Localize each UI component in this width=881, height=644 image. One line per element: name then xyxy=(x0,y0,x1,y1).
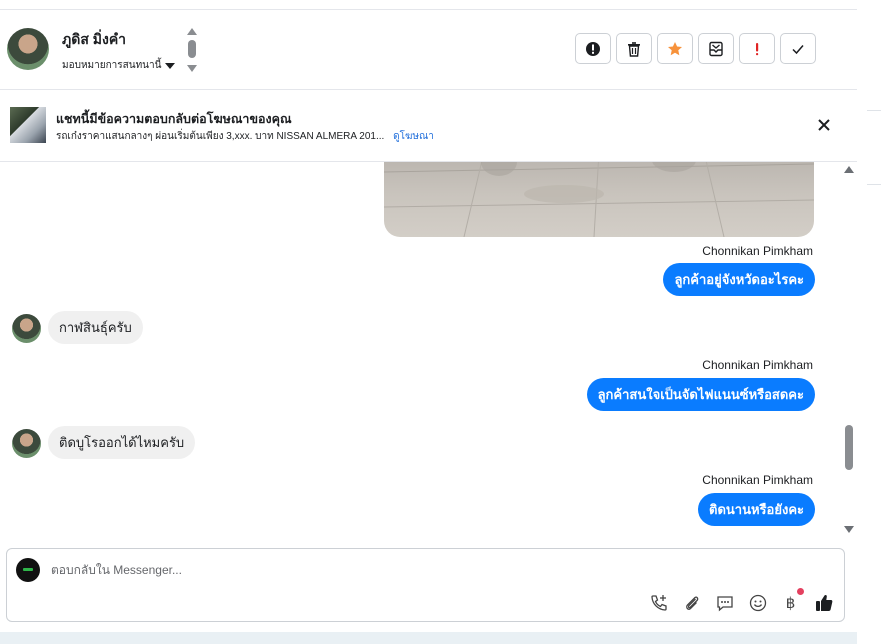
mark-spam-button[interactable] xyxy=(575,33,611,64)
scroll-up-arrow-icon[interactable] xyxy=(187,28,197,35)
star-icon xyxy=(668,41,682,55)
outgoing-message[interactable]: ลูกค้าสนใจเป็นจัดไฟแนนซ์หรือสดคะ xyxy=(586,378,815,411)
check-icon xyxy=(792,44,804,54)
reply-composer: ฿ xyxy=(6,548,845,622)
move-to-done-button[interactable] xyxy=(698,33,734,64)
follow-up-icon xyxy=(756,42,759,55)
incoming-message[interactable]: ติดบูโรออกได้ไหมครับ xyxy=(48,426,196,459)
notification-dot xyxy=(797,588,804,595)
ad-thumbnail[interactable] xyxy=(10,107,46,143)
contact-name[interactable]: ภูดิส มิ่งคำ xyxy=(62,29,126,51)
archive-icon xyxy=(709,41,723,56)
follow-up-button[interactable] xyxy=(739,33,775,64)
ad-reply-banner: แชทนี้มีข้อความตอบกลับต่อโฆษณาของคุณ รถเ… xyxy=(0,90,857,162)
emoji-button[interactable] xyxy=(747,592,768,613)
assign-conversation-dropdown[interactable]: มอบหมายการสนทนานี้ xyxy=(62,58,176,73)
composer-toolbar: ฿ xyxy=(648,588,834,613)
call-add-icon xyxy=(650,594,667,611)
message-list: Chonnikan Pimkham ลูกค้าอยู่จังหวัดอะไรค… xyxy=(0,162,845,539)
emoji-icon xyxy=(749,594,766,611)
star-button[interactable] xyxy=(657,33,693,64)
outgoing-message[interactable]: ติดนานหรือยังคะ xyxy=(698,493,815,526)
payment-button[interactable]: ฿ xyxy=(780,588,804,613)
sender-name: Chonnikan Pimkham xyxy=(702,358,813,372)
header-scrollbar[interactable] xyxy=(187,28,197,72)
view-ad-link[interactable]: ดูโฆษณา xyxy=(393,131,434,142)
conversation-header: ภูดิส มิ่งคำ มอบหมายการสนทนานี้ xyxy=(0,10,857,90)
incoming-message[interactable]: กาฬสินธุ์ครับ xyxy=(48,311,143,344)
payment-baht-icon: ฿ xyxy=(785,593,796,612)
scroll-up-arrow-icon[interactable] xyxy=(844,166,854,173)
like-icon xyxy=(815,594,832,611)
spam-icon xyxy=(586,41,600,56)
photo-floor-tiles xyxy=(384,162,814,237)
mark-done-button[interactable] xyxy=(780,33,816,64)
attach-icon xyxy=(685,595,698,610)
ad-banner-title: แชทนี้มีข้อความตอบกลับต่อโฆษณาของคุณ xyxy=(56,112,292,126)
contact-avatar-small[interactable] xyxy=(12,429,41,458)
contact-avatar-small[interactable] xyxy=(12,314,41,343)
sender-name: Chonnikan Pimkham xyxy=(702,473,813,487)
call-add-button[interactable] xyxy=(648,592,669,613)
page-avatar xyxy=(16,558,40,582)
scroll-thumb[interactable] xyxy=(845,425,853,470)
conversation-actions xyxy=(575,33,816,64)
assign-label: มอบหมายการสนทนานี้ xyxy=(62,60,162,71)
close-icon[interactable] xyxy=(815,116,833,134)
outgoing-message[interactable]: ลูกค้าอยู่จังหวัดอะไรคะ xyxy=(663,263,815,296)
delete-button[interactable] xyxy=(616,33,652,64)
sender-name: Chonnikan Pimkham xyxy=(702,244,813,258)
right-panel-edge xyxy=(857,0,881,644)
trash-icon xyxy=(628,41,640,57)
saved-reply-icon xyxy=(716,595,733,611)
contact-avatar[interactable] xyxy=(7,28,49,70)
message-scrollbar[interactable] xyxy=(843,162,855,539)
like-button[interactable] xyxy=(813,592,834,613)
conversation-panel: ภูดิส มิ่งคำ มอบหมายการสนทนานี้ แชทนี้มี… xyxy=(0,0,857,632)
ad-description: รถเก๋งราคาแสนกลางๆ ผ่อนเริ่มต้นเพียง 3,x… xyxy=(56,131,385,142)
attach-button[interactable] xyxy=(681,592,702,613)
scroll-thumb[interactable] xyxy=(188,40,196,58)
reply-input[interactable] xyxy=(51,563,611,577)
shared-photo[interactable] xyxy=(384,162,814,237)
ad-banner-subtitle: รถเก๋งราคาแสนกลางๆ ผ่อนเริ่มต้นเพียง 3,x… xyxy=(56,129,434,144)
divider xyxy=(867,110,881,111)
scroll-down-arrow-icon[interactable] xyxy=(187,65,197,72)
caret-down-icon xyxy=(165,62,176,69)
saved-replies-button[interactable] xyxy=(714,592,735,613)
divider xyxy=(867,184,881,185)
scroll-down-arrow-icon[interactable] xyxy=(844,526,854,533)
